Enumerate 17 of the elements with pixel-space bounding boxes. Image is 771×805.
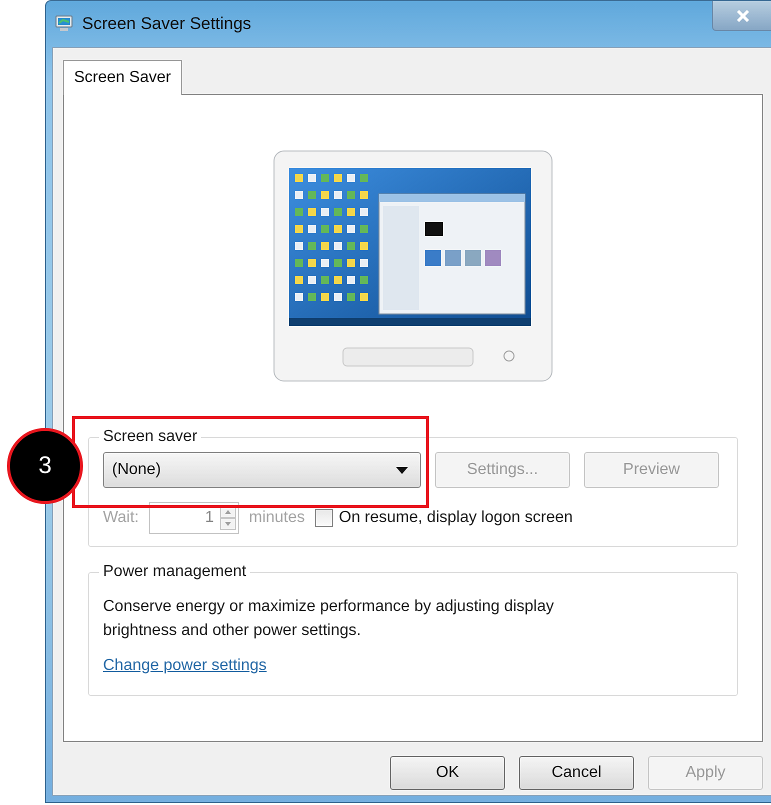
wait-label: Wait: — [103, 509, 139, 527]
dialog-button[interactable]: OK — [390, 756, 505, 790]
group-label: Power management — [102, 563, 248, 581]
close-button[interactable] — [712, 1, 771, 31]
window-title: Screen Saver Settings — [82, 14, 252, 34]
close-icon — [736, 10, 750, 22]
monitor-icon — [54, 14, 74, 34]
change-power-settings-link[interactable]: Change power settings — [103, 657, 267, 675]
caret-icon — [396, 466, 408, 474]
power-description: Conserve energy or maximize performance by adjusting display brightness and other power settings. — [103, 597, 555, 641]
minutes-label: minutes — [248, 509, 305, 527]
step-callout: 3 — [7, 428, 83, 504]
logon-checkbox[interactable]: On resume, display logon screen — [314, 509, 573, 527]
group-label: Screen saver — [102, 428, 198, 446]
screen-saver-dropdown[interactable]: (None) — [103, 452, 421, 488]
tab[interactable]: Screen Saver — [63, 60, 182, 95]
dialog-button[interactable]: Cancel — [519, 756, 634, 790]
